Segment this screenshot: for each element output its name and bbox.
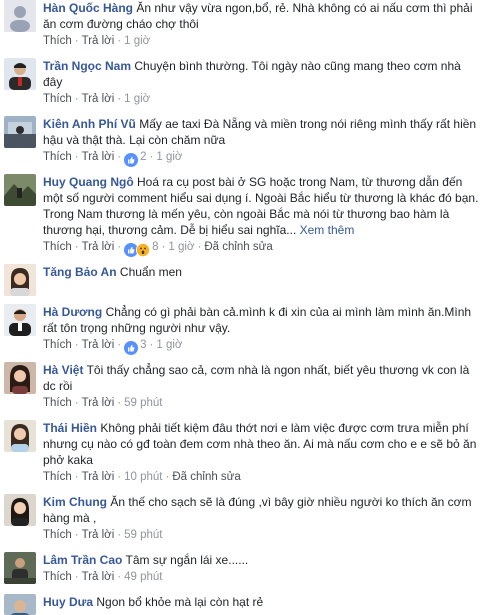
comment-timestamp[interactable]: 59 phút [124,529,162,541]
avatar[interactable] [4,594,36,615]
wow-reaction-icon[interactable] [136,243,151,258]
like-link[interactable]: Thích [43,571,72,583]
avatar[interactable] [4,362,36,394]
comment-actions: Thích · Trả lời · 2 · 1 giờ [43,150,483,168]
avatar[interactable] [4,552,36,584]
commenter-name[interactable]: Hàn Quốc Hàng [43,1,133,15]
commenter-name[interactable]: Trần Ngọc Nam [43,59,131,73]
commenter-name[interactable]: Hà Việt [43,363,83,377]
like-link[interactable]: Thích [43,339,72,351]
like-reaction-icon[interactable] [124,153,139,168]
avatar[interactable] [4,494,36,526]
like-link[interactable]: Thích [43,241,72,253]
avatar[interactable] [4,304,36,336]
comment-actions: Thích · Trả lời · 59 phút [43,529,163,541]
edited-link[interactable]: Đã chỉnh sửa [204,241,272,253]
comment-timestamp[interactable]: 59 phút [124,397,162,409]
reaction-count[interactable]: 2 [140,151,146,163]
commenter-name[interactable]: Huy Quang Ngô [43,175,134,189]
like-link[interactable]: Thích [43,397,72,409]
reply-link[interactable]: Trả lời [82,241,115,253]
reply-link[interactable]: Trả lời [82,93,115,105]
comment-text: Tâm sự ngắn lái xe...... [125,553,249,567]
commenter-name[interactable]: Thái Hiền [43,421,97,435]
comment-timestamp[interactable]: 10 phút [124,471,162,483]
reply-link[interactable]: Trả lời [82,471,115,483]
like-link[interactable]: Thích [43,93,72,105]
comment-actions: Thích · Trả lời · 1 giờ [43,35,151,47]
like-link[interactable]: Thích [43,35,72,47]
comment-text: Tôi thấy chẳng sao cả, cơm nhà là ngon n… [43,363,470,393]
edited-link[interactable]: Đã chỉnh sửa [172,471,240,483]
avatar[interactable] [4,116,36,148]
comment-actions: Thích · Trả lời · 10 phút · Đã chỉnh sửa [43,471,241,483]
comment-timestamp[interactable]: 1 giờ [156,151,182,163]
comment-timestamp[interactable]: 1 giờ [156,339,182,351]
comment-text: Ngon bổ khỏe mà lại còn hạt rẻ [96,595,264,609]
comment-timestamp[interactable]: 1 giờ [168,241,194,253]
reply-link[interactable]: Trả lời [82,397,115,409]
reply-link[interactable]: Trả lời [82,339,115,351]
comment-actions: Thích · Trả lời · 3 · 1 giờ [43,338,483,356]
like-reaction-icon[interactable] [124,341,139,356]
comment-timestamp[interactable]: 1 giờ [124,93,150,105]
comment-text: Ăn thế cho sạch sẽ là đúng ,vì bây giờ n… [43,495,472,525]
like-link[interactable]: Thích [43,151,72,163]
commenter-name[interactable]: Tăng Bảo An [43,265,117,279]
avatar[interactable] [4,420,36,452]
comment-timestamp[interactable]: 1 giờ [124,35,150,47]
like-link[interactable]: Thích [43,529,72,541]
reaction-count[interactable]: 8 [152,241,158,253]
comment-actions: Thích · Trả lời · 49 phút [43,571,163,583]
commenter-name[interactable]: Hà Dương [43,305,102,319]
reply-link[interactable]: Trả lời [82,151,115,163]
avatar[interactable] [4,0,36,32]
comment-text: Chuẩn men [119,265,182,279]
comment-actions: Thích · Trả lời · 8 · 1 giờ · Đã chỉnh sửa [43,240,483,258]
commenter-name[interactable]: Kim Chung [43,495,107,509]
commenter-name[interactable]: Lâm Trần Cao [43,553,122,567]
comment-timestamp[interactable]: 49 phút [124,571,162,583]
reply-link[interactable]: Trả lời [82,571,115,583]
avatar[interactable] [4,174,36,206]
see-more-link[interactable]: Xem thêm [300,223,355,237]
commenter-name[interactable]: Kiên Anh Phí Vũ [43,117,136,131]
comment-text: Không phải tiết kiệm đâu thớt nơi e làm … [43,421,477,467]
avatar[interactable] [4,58,36,90]
comment-text: Chẳng có gì phải bàn cả.mình k đi xin củ… [43,305,472,335]
reaction-count[interactable]: 3 [140,339,146,351]
avatar[interactable] [4,264,36,296]
reply-link[interactable]: Trả lời [82,35,115,47]
like-link[interactable]: Thích [43,471,72,483]
comment-actions: Thích · Trả lời · 59 phút [43,397,163,409]
commenter-name[interactable]: Huy Dưa [43,595,93,609]
comment-actions: Thích · Trả lời · 1 giờ [43,93,151,105]
reply-link[interactable]: Trả lời [82,529,115,541]
